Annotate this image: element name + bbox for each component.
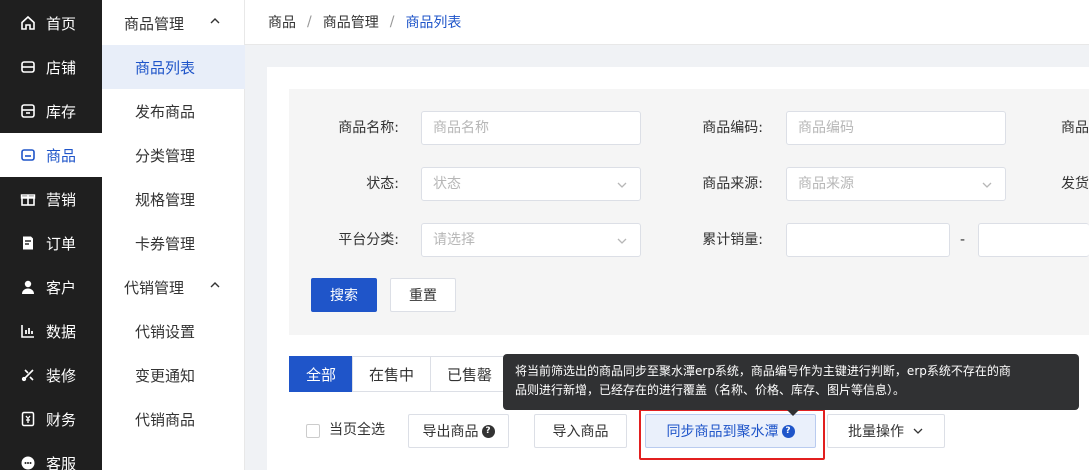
gift-icon	[18, 189, 38, 209]
subnav-item-publish-product[interactable]: 发布商品	[102, 89, 245, 133]
breadcrumb-current: 商品列表	[405, 15, 462, 31]
nav-item-label: 商品	[46, 146, 77, 165]
product-name-input[interactable]: 商品名称	[421, 111, 641, 145]
status-select[interactable]: 状态	[421, 167, 641, 201]
status-tabs: 全部 在售中 已售罄	[289, 356, 510, 392]
nav-item-orders[interactable]: 订单	[0, 221, 102, 265]
breadcrumb-item[interactable]: 商品	[268, 12, 296, 32]
nav-item-finance[interactable]: 财务	[0, 397, 102, 441]
range-dash: -	[960, 232, 966, 248]
select-all-label: 当页全选	[329, 422, 385, 438]
nav-item-label: 库存	[46, 102, 77, 121]
nav-item-label: 店铺	[46, 58, 77, 77]
chevron-up-icon	[210, 282, 220, 288]
status-label: 状态:	[366, 176, 399, 192]
subnav-group-product-management[interactable]: 商品管理	[102, 1, 245, 45]
nav-item-product[interactable]: 商品	[0, 133, 102, 177]
status-select-value: 状态	[433, 176, 461, 192]
inventory-icon	[18, 101, 38, 121]
platform-category-value: 请选择	[433, 232, 475, 248]
select-all-checkbox[interactable]	[306, 424, 320, 438]
home-icon	[18, 13, 38, 33]
chevron-down-icon	[913, 428, 923, 434]
nav-item-service[interactable]: 客服	[0, 441, 102, 470]
subnav-item-coupon[interactable]: 卡券管理	[102, 221, 245, 265]
tab-all[interactable]: 全部	[289, 356, 354, 392]
nav-item-label: 营销	[46, 190, 77, 209]
subnav-item-category[interactable]: 分类管理	[102, 133, 245, 177]
subnav-item-consignment-products[interactable]: 代销商品	[102, 397, 245, 441]
subnav-group-label: 商品管理	[124, 14, 185, 33]
breadcrumb: 商品 / 商品管理 / 商品列表	[245, 0, 1089, 45]
export-label: 导出商品	[422, 424, 479, 440]
breadcrumb-item[interactable]: 商品管理	[323, 12, 379, 32]
help-icon[interactable]: ?	[481, 424, 495, 438]
nav-item-label: 订单	[46, 234, 77, 253]
tooltip-line: 品则进行新增，已经存在的进行覆盖（名称、价格、库存、图片等信息）。	[515, 383, 906, 397]
store-icon	[18, 57, 38, 77]
main-nav: 首页 店铺 库存 商品 营销 订单 客户 数据 装修 财务 客服	[0, 0, 102, 470]
product-source-label: 商品来源:	[702, 176, 763, 192]
sub-nav: 商品管理 商品列表 发布商品 分类管理 规格管理 卡券管理 代销管理 代销设置 …	[102, 0, 245, 470]
sales-max-input[interactable]	[978, 223, 1089, 257]
subnav-group-consignment[interactable]: 代销管理	[102, 265, 245, 309]
subnav-item-change-notice[interactable]: 变更通知	[102, 353, 245, 397]
tab-on-sale[interactable]: 在售中	[352, 356, 432, 392]
nav-item-label: 客服	[46, 454, 77, 470]
product-name-label: 商品名称:	[338, 120, 399, 136]
import-products-button[interactable]: 导入商品	[534, 414, 627, 448]
platform-category-select[interactable]: 请选择	[421, 223, 641, 257]
nav-item-decorate[interactable]: 装修	[0, 353, 102, 397]
content-panel: 商品名称: 商品名称 商品编码: 商品编码 商品 状态: 状态 商品来源: 商品…	[267, 67, 1089, 470]
nav-item-customers[interactable]: 客户	[0, 265, 102, 309]
subnav-group-label: 代销管理	[124, 278, 185, 297]
product-source-value: 商品来源	[798, 176, 854, 192]
chevron-down-icon	[617, 238, 627, 244]
nav-item-marketing[interactable]: 营销	[0, 177, 102, 221]
product-source-select[interactable]: 商品来源	[786, 167, 1006, 201]
sync-help-tooltip: 将当前筛选出的商品同步至聚水潭erp系统，商品编号作为主键进行判断，erp系统不…	[503, 354, 1079, 416]
breadcrumb-separator: /	[307, 14, 312, 30]
subnav-item-product-list[interactable]: 商品列表	[102, 45, 245, 89]
filter-panel: 商品名称: 商品名称 商品编码: 商品编码 商品 状态: 状态 商品来源: 商品…	[289, 89, 1089, 335]
breadcrumb-separator: /	[389, 14, 395, 30]
tooltip-line: 将当前筛选出的商品同步至聚水潭erp系统，商品编号作为主键进行判断，erp系统不…	[515, 364, 1011, 378]
batch-label: 批量操作	[848, 424, 904, 440]
subnav-item-spec[interactable]: 规格管理	[102, 177, 245, 221]
order-icon	[18, 233, 38, 253]
batch-operations-dropdown[interactable]: 批量操作	[827, 414, 945, 448]
service-icon	[18, 453, 38, 470]
decorate-icon	[18, 365, 38, 385]
product-icon	[18, 145, 38, 165]
chart-icon	[18, 321, 38, 341]
product-code-input[interactable]: 商品编码	[786, 111, 1006, 145]
nav-item-home[interactable]: 首页	[0, 1, 102, 45]
nav-item-inventory[interactable]: 库存	[0, 89, 102, 133]
finance-icon	[18, 409, 38, 429]
tab-sold-out[interactable]: 已售罄	[430, 356, 510, 392]
tooltip-arrow	[787, 410, 799, 416]
shipping-label: 发货	[1061, 176, 1089, 192]
product-extra-label: 商品	[1061, 120, 1089, 136]
nav-item-label: 客户	[46, 278, 77, 297]
chevron-down-icon	[617, 182, 627, 188]
nav-item-label: 财务	[46, 410, 77, 429]
subnav-item-consignment-settings[interactable]: 代销设置	[102, 309, 245, 353]
search-button[interactable]: 搜索	[311, 278, 377, 312]
chevron-down-icon	[982, 182, 992, 188]
highlight-box	[639, 409, 825, 460]
product-code-label: 商品编码:	[702, 120, 763, 136]
nav-item-data[interactable]: 数据	[0, 309, 102, 353]
user-icon	[18, 277, 38, 297]
total-sales-label: 累计销量:	[702, 232, 763, 248]
reset-button[interactable]: 重置	[390, 278, 456, 312]
nav-item-label: 装修	[46, 366, 77, 385]
export-products-button[interactable]: 导出商品 ?	[408, 414, 509, 448]
nav-item-store[interactable]: 店铺	[0, 45, 102, 89]
chevron-up-icon	[210, 18, 220, 24]
nav-item-label: 数据	[46, 322, 77, 341]
sales-min-input[interactable]	[786, 223, 950, 257]
nav-item-label: 首页	[46, 14, 77, 33]
platform-category-label: 平台分类:	[338, 232, 399, 248]
